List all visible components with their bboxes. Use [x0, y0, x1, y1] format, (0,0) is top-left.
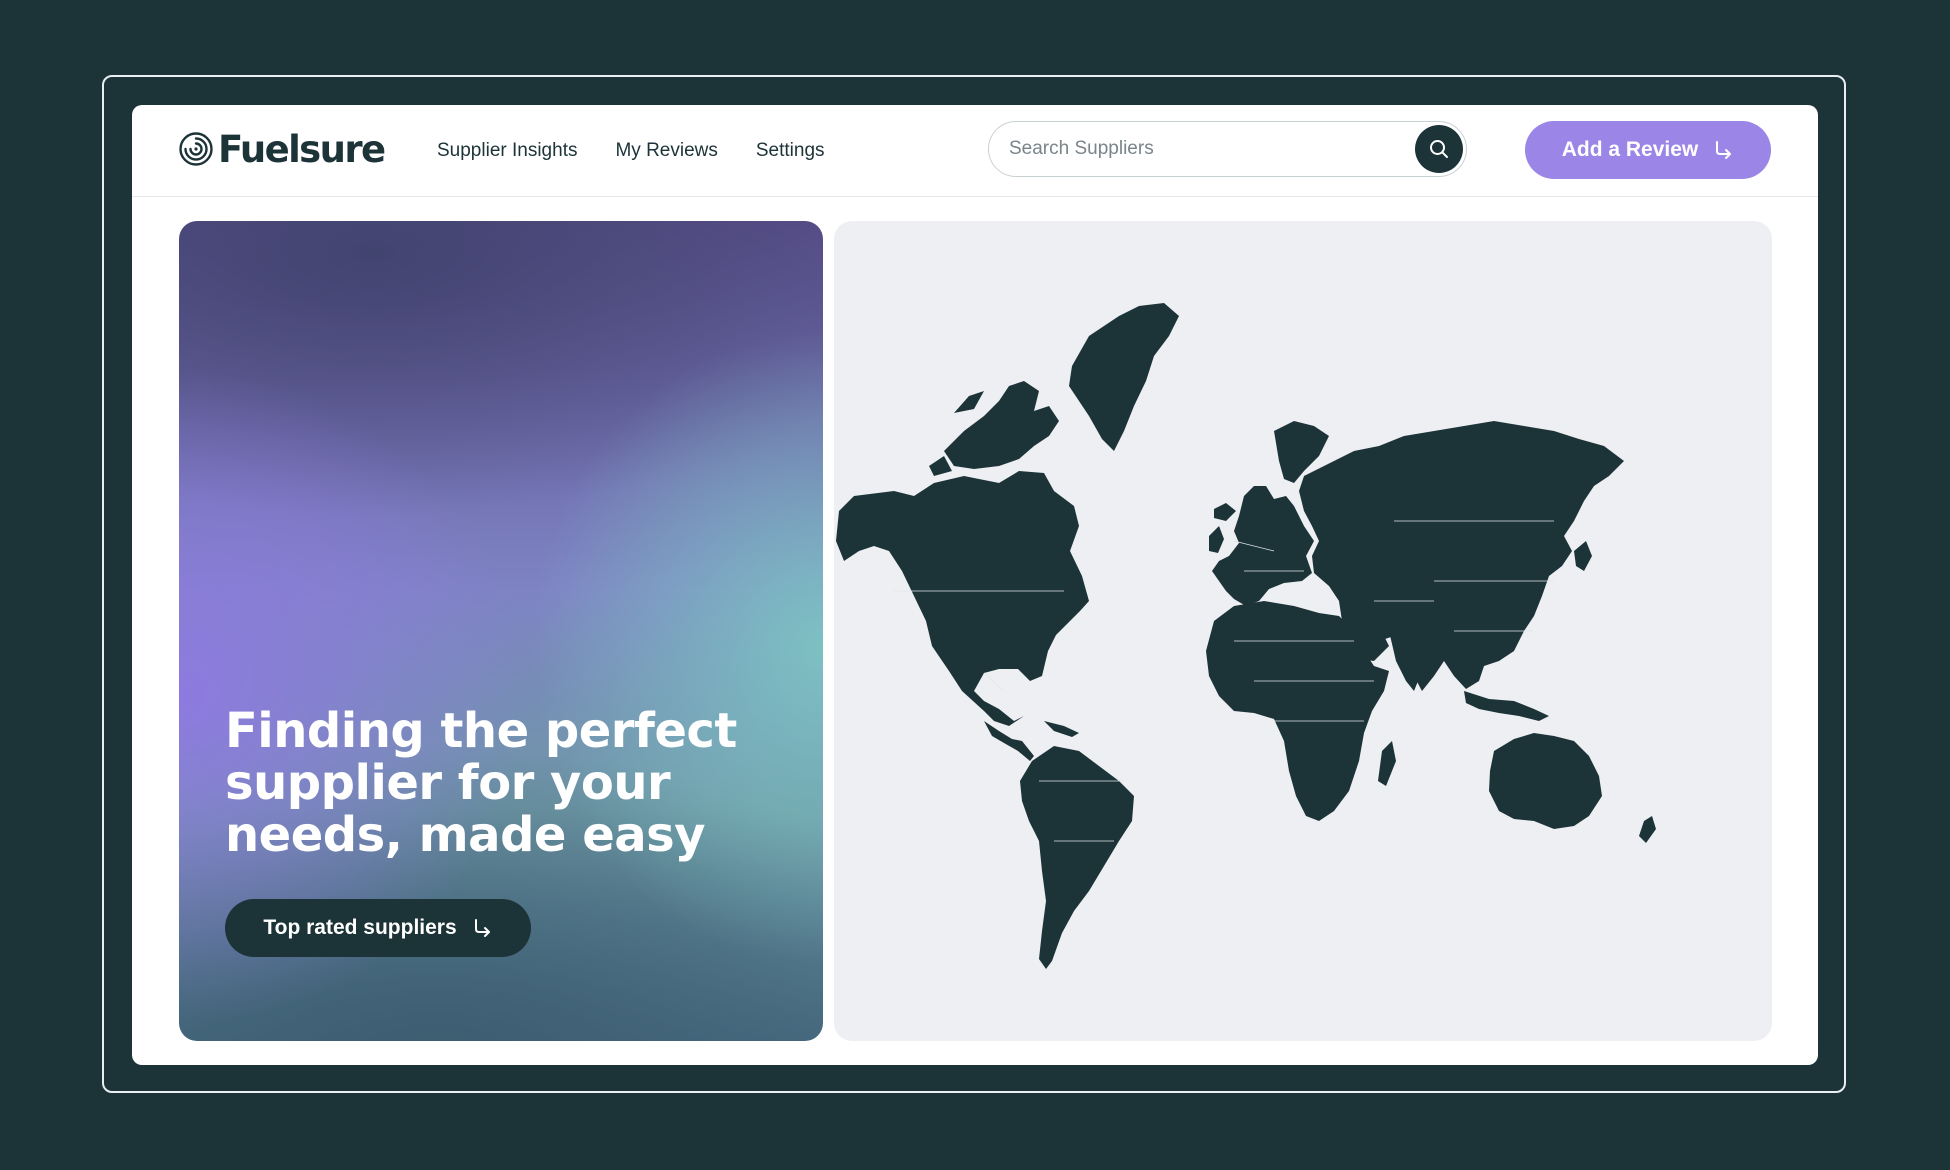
app-window: Fuelsure Supplier Insights My Reviews Se… — [132, 105, 1818, 1065]
new-zealand — [1639, 816, 1656, 843]
main-nav: Supplier Insights My Reviews Settings — [437, 105, 825, 197]
hero-title-line: Finding the perfect — [225, 703, 737, 759]
europe — [1212, 486, 1314, 606]
united-kingdom — [1209, 526, 1224, 553]
hero-title-line: supplier for your — [225, 755, 671, 811]
japan — [1574, 541, 1592, 571]
top-rated-suppliers-button[interactable]: Top rated suppliers — [225, 899, 531, 957]
arctic-islands — [929, 456, 952, 476]
north-america — [836, 471, 1089, 726]
australia — [1489, 733, 1602, 829]
arrow-return-right-icon — [1716, 141, 1732, 159]
caribbean — [1044, 721, 1079, 737]
southeast-asia-islands — [1464, 691, 1549, 721]
hero-title: Finding the perfect supplier for your ne… — [225, 705, 785, 861]
arctic-islands — [954, 391, 984, 413]
search-icon — [1430, 140, 1448, 158]
search-input[interactable] — [1007, 137, 1415, 161]
arrow-return-right-icon — [474, 919, 490, 937]
greenland — [1069, 303, 1179, 451]
nav-my-reviews[interactable]: My Reviews — [615, 140, 717, 162]
fuelsure-logo-icon — [179, 132, 213, 166]
hero-title-line: needs, made easy — [225, 807, 706, 863]
world-map-panel — [834, 221, 1772, 1041]
top-rated-suppliers-label: Top rated suppliers — [263, 916, 457, 939]
search-bar — [988, 121, 1467, 177]
nav-settings[interactable]: Settings — [756, 140, 825, 162]
madagascar — [1378, 741, 1396, 786]
hero-card: Finding the perfect supplier for your ne… — [179, 221, 823, 1041]
arctic-islands — [944, 381, 1059, 469]
add-review-label: Add a Review — [1561, 138, 1699, 161]
top-navigation-bar: Fuelsure Supplier Insights My Reviews Se… — [132, 105, 1818, 197]
world-map[interactable] — [834, 221, 1772, 1041]
add-review-button[interactable]: Add a Review — [1525, 121, 1771, 179]
south-america — [1020, 746, 1134, 969]
search-button[interactable] — [1415, 125, 1463, 173]
nav-supplier-insights[interactable]: Supplier Insights — [437, 140, 577, 162]
central-america — [984, 721, 1034, 761]
iceland — [1214, 503, 1236, 521]
brand-logo[interactable]: Fuelsure — [178, 127, 386, 171]
brand-name: Fuelsure — [218, 127, 386, 171]
